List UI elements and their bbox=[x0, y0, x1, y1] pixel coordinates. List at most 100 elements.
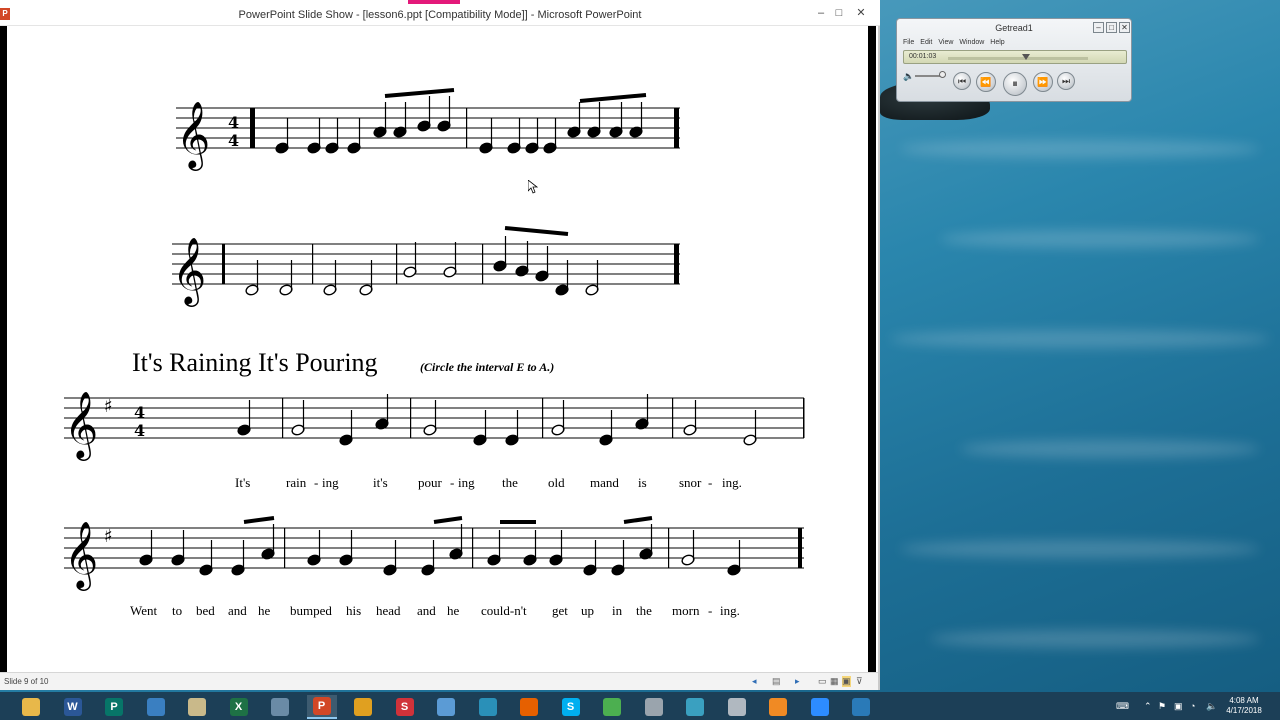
player-menu-view[interactable]: View bbox=[938, 39, 953, 46]
taskbar-app-19-icon[interactable] bbox=[763, 695, 793, 719]
lyric-word: bed bbox=[196, 603, 215, 618]
player-menu-help[interactable]: Help bbox=[990, 39, 1004, 46]
time-signature: 4 bbox=[134, 403, 145, 422]
player-menu-file[interactable]: File bbox=[903, 39, 914, 46]
skip-forward-button[interactable]: ⏭ bbox=[1057, 72, 1075, 90]
excel-glyph: X bbox=[229, 698, 248, 716]
normal-view-icon[interactable]: ▭ bbox=[818, 676, 827, 687]
next-slide-icon[interactable]: ▸ bbox=[795, 676, 800, 687]
app-21-glyph bbox=[852, 698, 870, 716]
lyric-word: snor bbox=[679, 475, 702, 490]
sorter-view-icon[interactable]: ▦ bbox=[830, 676, 839, 687]
app-16-glyph bbox=[644, 698, 663, 716]
app-17-glyph bbox=[686, 698, 704, 716]
player-seek-thumb[interactable] bbox=[1022, 54, 1031, 60]
status-bar: Slide 9 of 10 ◂ ▤ ▸ ▭ ▦ ▣ ⊽ bbox=[0, 672, 878, 690]
taskbar-app-17-icon[interactable] bbox=[680, 695, 710, 719]
lyric-word: Went bbox=[130, 603, 158, 618]
network-icon[interactable]: ◔ bbox=[1190, 692, 1195, 720]
taskbar-app-5-icon[interactable] bbox=[182, 695, 212, 719]
taskbar-zoom-icon[interactable] bbox=[805, 695, 835, 719]
lyric-word: rain bbox=[286, 475, 307, 490]
tray-app-icon[interactable]: ⚑ bbox=[1158, 692, 1166, 720]
beam bbox=[243, 516, 275, 524]
fast-forward-button[interactable]: ⏩ bbox=[1033, 72, 1053, 92]
bar-line bbox=[284, 528, 286, 568]
lyric-word: - bbox=[708, 475, 713, 490]
taskbar-app-s-icon[interactable]: S bbox=[390, 695, 420, 719]
bar-line bbox=[674, 244, 679, 284]
taskbar-app-7-icon[interactable] bbox=[265, 695, 295, 719]
prev-slide-icon[interactable]: ◂ bbox=[752, 676, 757, 687]
lyric-word: - bbox=[450, 475, 455, 490]
slideshow-view-icon[interactable]: ⊽ bbox=[856, 676, 863, 687]
lyric-word: It's bbox=[235, 475, 251, 490]
taskbar-skype-icon[interactable]: S bbox=[556, 695, 586, 719]
taskbar-app-21-icon[interactable] bbox=[846, 695, 876, 719]
taskbar-excel-icon[interactable]: X bbox=[224, 695, 254, 719]
taskbar-publisher-icon[interactable]: P bbox=[99, 695, 129, 719]
taskbar-app-18-icon[interactable] bbox=[722, 695, 752, 719]
volume-tray-icon[interactable]: 🔈 bbox=[1206, 692, 1217, 720]
player-close-button[interactable]: ✕ bbox=[1119, 22, 1130, 33]
bar-line bbox=[466, 108, 468, 148]
rewind-button[interactable]: ⏪ bbox=[976, 72, 996, 92]
app-5-glyph bbox=[188, 698, 206, 716]
player-seek-track[interactable] bbox=[948, 57, 1088, 60]
menu-icon[interactable]: ▤ bbox=[772, 676, 781, 687]
player-minimize-button[interactable]: – bbox=[1093, 22, 1104, 33]
lyric-word: it's bbox=[373, 475, 388, 490]
reading-view-icon[interactable]: ▣ bbox=[842, 676, 851, 687]
volume-knob[interactable] bbox=[939, 71, 946, 78]
firefox-glyph bbox=[520, 698, 538, 716]
bar-line bbox=[250, 108, 255, 148]
taskbar-chrome-canary-icon[interactable] bbox=[348, 695, 378, 719]
app-18-glyph bbox=[727, 698, 746, 716]
taskbar-notepad-icon[interactable] bbox=[431, 695, 461, 719]
zoom-glyph bbox=[810, 698, 829, 716]
pause-button[interactable]: ⏸ bbox=[1003, 72, 1027, 96]
lyric-word: ing. bbox=[720, 603, 740, 618]
treble-clef: 𝄞 bbox=[176, 100, 210, 171]
player-maximize-button[interactable]: □ bbox=[1106, 22, 1117, 33]
bar-line bbox=[312, 244, 314, 284]
lyric-word: could-n't bbox=[481, 603, 527, 618]
taskbar-app-12-icon[interactable] bbox=[473, 695, 503, 719]
app-7-glyph bbox=[271, 698, 289, 716]
lyric-word: the bbox=[636, 603, 652, 618]
taskbar-word-icon[interactable]: W bbox=[58, 695, 88, 719]
media-player-window[interactable]: Getread1 – □ ✕ File Edit View Window Help 00… bbox=[896, 18, 1132, 102]
powerpoint-glyph: P bbox=[312, 697, 331, 715]
song-title: It's Raining It's Pouring bbox=[132, 348, 378, 377]
publisher-glyph: P bbox=[105, 698, 123, 716]
taskbar-file-explorer-icon[interactable] bbox=[16, 695, 46, 719]
taskbar-powerpoint-icon[interactable]: P bbox=[306, 695, 337, 719]
system-clock[interactable]: 4:08 AM 4/17/2018 bbox=[1222, 696, 1266, 716]
bar-line bbox=[668, 528, 670, 568]
lyric-word: head bbox=[376, 603, 401, 618]
player-menu-edit[interactable]: Edit bbox=[920, 39, 932, 46]
keyboard-icon[interactable]: ⌨ bbox=[1116, 692, 1129, 720]
bar-line bbox=[222, 244, 225, 284]
lyric-word: the bbox=[502, 475, 518, 490]
lyric-word: to bbox=[172, 603, 183, 618]
lyric-word: old bbox=[548, 475, 565, 490]
volume-icon[interactable]: 🔈 bbox=[903, 71, 914, 82]
word-glyph: W bbox=[63, 698, 82, 716]
staff-lines: 𝄞 44𝄞𝄞 ♯ 44𝄞 ♯ bbox=[64, 100, 805, 591]
taskbar-app-4-icon[interactable] bbox=[141, 695, 171, 719]
taskbar-chrome-icon[interactable] bbox=[597, 695, 627, 719]
app-19-glyph bbox=[769, 698, 787, 716]
taskbar-app-16-icon[interactable] bbox=[639, 695, 669, 719]
key-signature: ♯ bbox=[104, 396, 113, 417]
taskbar-firefox-icon[interactable] bbox=[514, 695, 544, 719]
skip-back-button[interactable]: ⏮ bbox=[953, 72, 971, 90]
player-menu-window[interactable]: Window bbox=[959, 39, 984, 46]
tray-mcafee-icon[interactable]: ▣ bbox=[1174, 692, 1183, 720]
beam bbox=[579, 93, 647, 103]
beam bbox=[433, 516, 463, 524]
mouse-cursor-icon bbox=[528, 180, 538, 194]
app-s-glyph: S bbox=[395, 698, 414, 716]
tray-overflow-icon[interactable]: ⌃ bbox=[1144, 692, 1152, 720]
time-signature: 4 bbox=[228, 131, 239, 150]
